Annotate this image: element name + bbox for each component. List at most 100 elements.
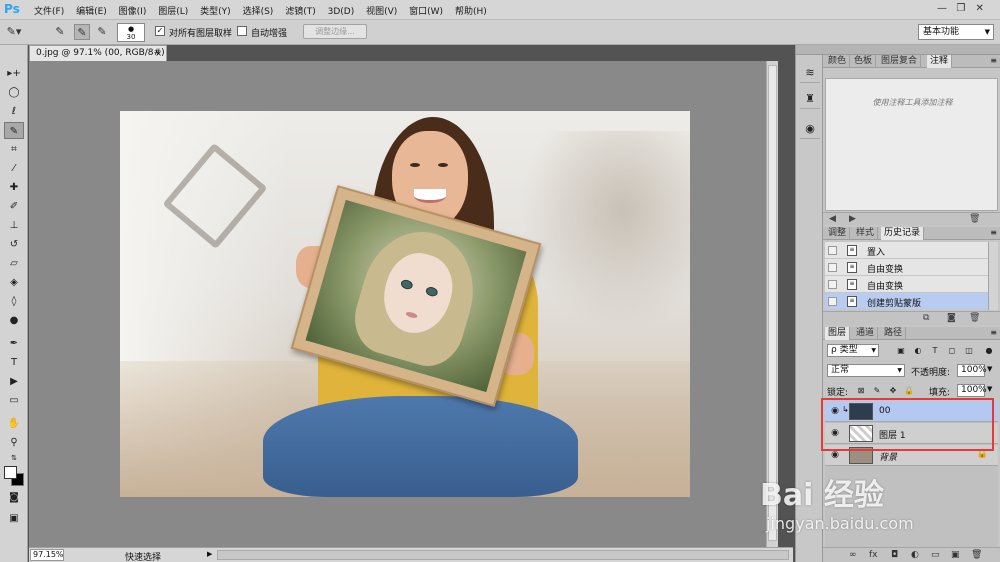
new-group-icon[interactable]: ▭ — [931, 549, 940, 562]
delete-layer-icon[interactable]: 🗑 — [971, 549, 982, 562]
lock-transparent-icon[interactable]: ⊠ — [855, 384, 867, 397]
tab-history[interactable]: 历史记录 — [881, 227, 925, 240]
healing-brush-tool-icon[interactable]: ✚ — [4, 179, 24, 196]
auto-enhance-checkbox[interactable] — [237, 26, 247, 36]
zoom-level-field[interactable]: 97.15% — [30, 549, 64, 561]
horizontal-scrollbar[interactable] — [217, 550, 789, 560]
lock-image-icon[interactable]: ✎ — [871, 384, 883, 397]
history-snapshot-checkbox[interactable] — [828, 246, 837, 255]
history-brush-tool-icon[interactable]: ↺ — [4, 236, 24, 253]
delete-note-icon[interactable]: 🗑 — [969, 213, 980, 226]
previous-note-icon[interactable]: ◀ — [829, 213, 836, 226]
rectangle-tool-icon[interactable]: ▭ — [4, 392, 24, 409]
quick-selection-tool-icon[interactable]: ✎ — [4, 122, 24, 139]
history-item-current[interactable]: ≡ 创建剪贴蒙版 — [825, 293, 988, 310]
panel-collapse-strip[interactable] — [823, 45, 1000, 55]
close-window-button[interactable]: ✕ — [972, 3, 988, 14]
history-scrollbar[interactable] — [988, 242, 998, 310]
zoom-tool-icon[interactable]: ⚲ — [4, 434, 24, 451]
tool-preset-picker-icon[interactable]: ✎▾ — [6, 24, 22, 40]
menu-select[interactable]: 选择(S) — [243, 4, 274, 17]
dodge-tool-icon[interactable]: ● — [4, 312, 24, 329]
sample-all-layers-checkbox[interactable]: ✓ — [155, 26, 165, 36]
opacity-dropdown-icon[interactable]: ▼ — [987, 365, 992, 373]
foreground-color-swatch[interactable] — [4, 466, 17, 479]
close-icon[interactable]: × — [155, 46, 162, 61]
pixel-filter-icon[interactable]: ▣ — [895, 344, 907, 357]
pen-tool-icon[interactable]: ✒ — [4, 335, 24, 352]
panel-menu-icon[interactable]: ≡ — [990, 327, 997, 339]
blur-tool-icon[interactable]: ◊ — [4, 293, 24, 310]
move-tool-icon[interactable]: ▸+ — [4, 65, 24, 82]
tab-layer-comps[interactable]: 图层复合 — [878, 55, 922, 68]
menu-view[interactable]: 视图(V) — [366, 4, 397, 17]
new-layer-icon[interactable]: ▣ — [951, 549, 960, 562]
new-selection-brush-icon[interactable]: ✎ — [52, 24, 68, 40]
delete-state-icon[interactable]: 🗑 — [969, 312, 980, 325]
eyedropper-tool-icon[interactable]: ⁄ — [4, 160, 24, 177]
history-snapshot-checkbox[interactable] — [828, 280, 837, 289]
tab-paths[interactable]: 路径 — [881, 327, 907, 340]
hand-tool-icon[interactable]: ✋ — [4, 415, 24, 432]
tab-layers[interactable]: 图层 — [825, 327, 851, 340]
menu-file[interactable]: 文件(F) — [34, 4, 64, 17]
properties-icon[interactable]: ◉ — [800, 119, 820, 139]
menu-image[interactable]: 图像(I) — [119, 4, 147, 17]
type-tool-icon[interactable]: T — [4, 354, 24, 371]
quick-mask-icon[interactable]: ◙ — [4, 489, 24, 506]
document-canvas-area[interactable] — [29, 61, 778, 547]
menu-filter[interactable]: 滤镜(T) — [285, 4, 316, 17]
brush-tool-icon[interactable]: ✐ — [4, 198, 24, 215]
panel-menu-icon[interactable]: ≡ — [990, 55, 997, 67]
minimize-button[interactable]: — — [934, 3, 950, 14]
history-item[interactable]: ≡ 自由变换 — [825, 276, 988, 293]
tab-color[interactable]: 颜色 — [825, 55, 851, 68]
workspace-select[interactable]: 基本功能 ▼ — [918, 24, 994, 40]
fill-dropdown-icon[interactable]: ▼ — [987, 385, 992, 393]
paint-bucket-tool-icon[interactable]: ◈ — [4, 274, 24, 291]
crop-tool-icon[interactable]: ⌗ — [4, 141, 24, 158]
clone-source-icon[interactable]: ♜ — [800, 89, 820, 109]
menu-3d[interactable]: 3D(D) — [328, 7, 355, 17]
image-canvas[interactable] — [120, 111, 690, 497]
layer-filter-select[interactable]: ρ 类型 ▼ — [827, 344, 879, 357]
tab-channels[interactable]: 通道 — [853, 327, 879, 340]
smart-object-filter-icon[interactable]: ◫ — [963, 344, 975, 357]
lock-position-icon[interactable]: ✥ — [887, 384, 899, 397]
tab-styles[interactable]: 样式 — [853, 227, 879, 240]
tab-notes[interactable]: 注释 — [927, 55, 953, 68]
panel-menu-icon[interactable]: ≡ — [990, 227, 997, 239]
menu-window[interactable]: 窗口(W) — [409, 4, 443, 17]
menu-edit[interactable]: 编辑(E) — [76, 4, 107, 17]
brush-presets-icon[interactable]: ≋ — [800, 63, 820, 83]
new-document-from-state-icon[interactable]: ⧉ — [923, 312, 929, 325]
history-snapshot-checkbox[interactable] — [828, 263, 837, 272]
blend-mode-select[interactable]: 正常 ▼ — [827, 364, 905, 377]
filter-toggle-icon[interactable]: ● — [983, 344, 995, 357]
add-mask-icon[interactable]: ◘ — [891, 549, 898, 562]
eraser-tool-icon[interactable]: ▱ — [4, 255, 24, 272]
link-layers-icon[interactable]: ∞ — [849, 549, 857, 562]
subtract-selection-brush-icon[interactable]: ✎ — [94, 24, 110, 40]
adjustment-filter-icon[interactable]: ◐ — [912, 344, 924, 357]
next-note-icon[interactable]: ▶ — [849, 213, 856, 226]
restore-button[interactable]: ❐ — [953, 3, 969, 14]
lock-all-icon[interactable]: 🔒 — [903, 384, 915, 397]
history-item[interactable]: ≡ 自由变换 — [825, 259, 988, 276]
menu-type[interactable]: 类型(Y) — [200, 4, 231, 17]
document-tab[interactable]: 0.jpg @ 97.1% (00, RGB/8#) * × — [29, 45, 167, 61]
camera-snapshot-icon[interactable]: ◙ — [947, 312, 956, 325]
menu-layer[interactable]: 图层(L) — [158, 4, 188, 17]
screen-mode-icon[interactable]: ▣ — [4, 510, 24, 527]
refine-edge-button[interactable]: 调整边缘... — [303, 24, 367, 39]
add-to-selection-brush-icon[interactable]: ✎ — [74, 24, 90, 40]
elliptical-marquee-tool-icon[interactable]: ◯ — [4, 84, 24, 101]
status-menu-arrow-icon[interactable]: ▶ — [207, 550, 212, 558]
notes-body[interactable]: 使用注释工具添加注释 — [825, 78, 998, 211]
shape-filter-icon[interactable]: ◻ — [946, 344, 958, 357]
layer-style-icon[interactable]: fx — [869, 549, 878, 562]
history-snapshot-checkbox[interactable] — [828, 297, 837, 306]
tab-swatches[interactable]: 色板 — [851, 55, 877, 68]
type-filter-icon[interactable]: T — [929, 344, 941, 357]
menu-help[interactable]: 帮助(H) — [455, 4, 487, 17]
